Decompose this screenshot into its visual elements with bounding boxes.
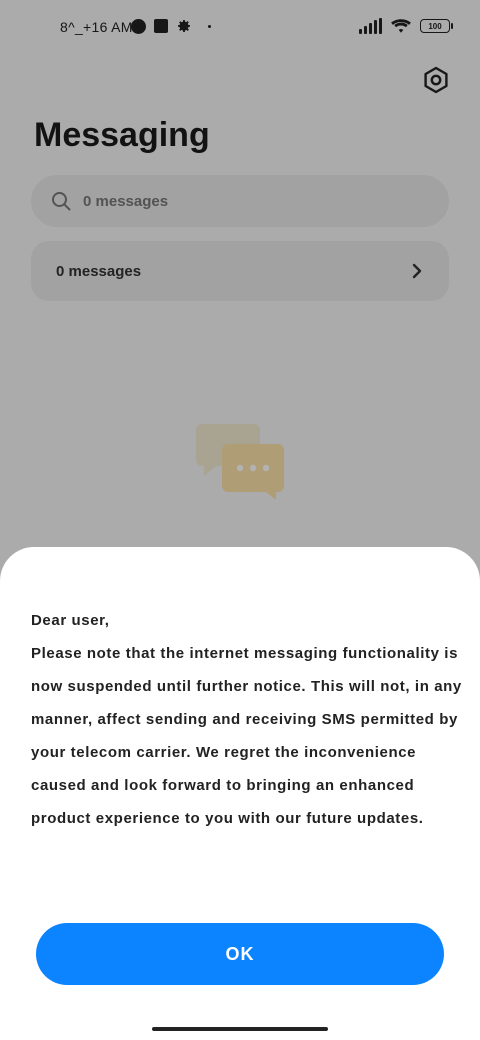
home-indicator[interactable] [152, 1027, 328, 1031]
notice-bottom-sheet: Dear user, Please note that the internet… [0, 547, 480, 1040]
notice-greeting: Dear user, [31, 612, 110, 629]
notice-text: Dear user, Please note that the internet… [31, 604, 471, 835]
notice-body: Please note that the internet messaging … [31, 645, 462, 827]
ok-button[interactable]: OK [36, 923, 444, 985]
